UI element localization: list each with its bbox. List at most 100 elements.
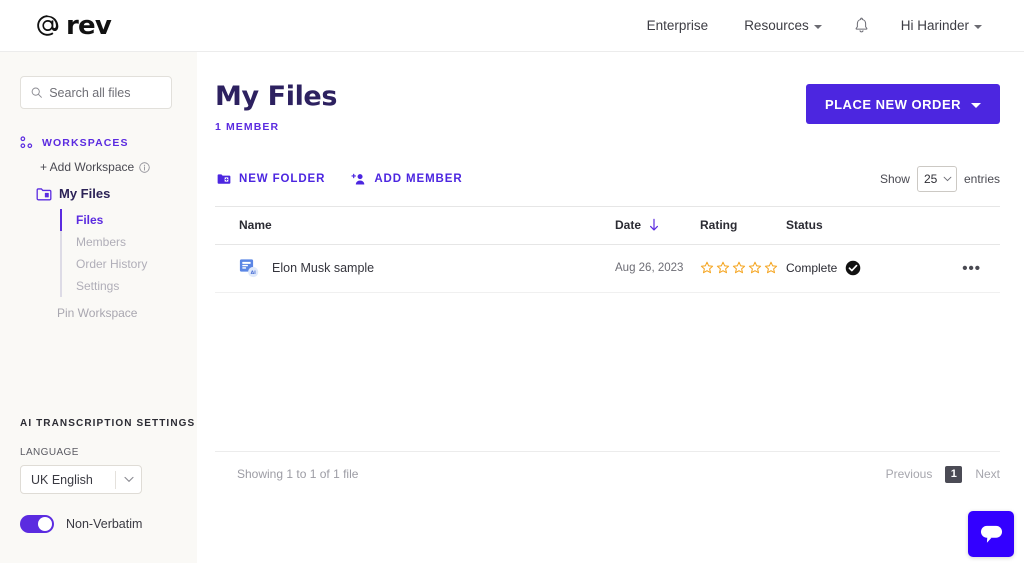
sidebar-item-my-files[interactable]: My Files bbox=[36, 186, 197, 201]
cell-actions: ••• bbox=[906, 261, 1000, 276]
top-navigation: Enterprise Resources Hi Harinder bbox=[629, 11, 1000, 40]
notifications-button[interactable] bbox=[840, 11, 883, 40]
star-icon[interactable] bbox=[764, 261, 778, 275]
rev-wordmark: rev bbox=[66, 10, 112, 41]
member-count-badge: 1 MEMBER bbox=[215, 120, 280, 133]
chevron-down-icon bbox=[813, 24, 822, 29]
add-workspace-link[interactable]: + Add Workspace bbox=[40, 160, 197, 174]
kebab-menu-icon[interactable]: ••• bbox=[962, 261, 981, 276]
page-title-block: My Files 1 MEMBER bbox=[215, 82, 337, 133]
chat-bubble-icon bbox=[980, 525, 1002, 543]
file-name: Elon Musk sample bbox=[272, 261, 375, 276]
sidebar-label-members: Members bbox=[76, 235, 127, 249]
show-entries-suffix: entries bbox=[963, 171, 1000, 186]
table-row[interactable]: AI Elon Musk sample Aug 26, 2023 Complet… bbox=[215, 245, 1000, 293]
my-files-label: My Files bbox=[59, 186, 111, 201]
cell-name: AI Elon Musk sample bbox=[215, 258, 615, 278]
status-badge: Complete bbox=[786, 261, 838, 276]
search-container bbox=[20, 76, 181, 109]
rating-stars[interactable] bbox=[700, 261, 778, 275]
workspaces-section-header[interactable]: WORKSPACES bbox=[20, 136, 197, 149]
add-member-icon bbox=[351, 173, 365, 185]
folder-icon bbox=[36, 187, 52, 200]
search-input[interactable] bbox=[49, 85, 163, 100]
top-header-bar: rev Enterprise Resources Hi Harinder bbox=[0, 0, 1024, 52]
search-icon bbox=[31, 87, 42, 98]
column-label-date: Date bbox=[615, 218, 642, 233]
ai-transcription-settings: AI TRANSCRIPTION SETTINGS LANGUAGE UK En… bbox=[0, 418, 197, 563]
nav-label-enterprise: Enterprise bbox=[646, 18, 709, 33]
new-folder-icon bbox=[217, 174, 231, 184]
add-workspace-label: + Add Workspace bbox=[40, 160, 135, 174]
star-icon[interactable] bbox=[732, 261, 746, 275]
column-header-rating[interactable]: Rating bbox=[700, 218, 786, 232]
app-root: rev Enterprise Resources Hi Harinder Sea… bbox=[0, 0, 1024, 563]
non-verbatim-row: Non-Verbatim bbox=[20, 515, 197, 533]
cell-rating bbox=[700, 261, 786, 275]
sidebar-item-settings[interactable]: Settings bbox=[62, 275, 197, 297]
new-folder-label: NEW FOLDER bbox=[239, 172, 326, 185]
ai-settings-title: AI TRANSCRIPTION SETTINGS bbox=[20, 418, 196, 429]
chevron-down-icon bbox=[116, 476, 141, 483]
add-member-button[interactable]: ADD MEMBER bbox=[351, 173, 462, 185]
column-header-status[interactable]: Status bbox=[786, 218, 906, 232]
sidebar: WORKSPACES + Add Workspace My Files bbox=[0, 52, 197, 563]
sidebar-label-order-history: Order History bbox=[76, 257, 148, 271]
toggle-knob bbox=[38, 517, 52, 531]
column-header-name[interactable]: Name bbox=[215, 218, 615, 232]
account-label: Hi Harinder bbox=[900, 18, 969, 33]
pin-workspace-link[interactable]: Pin Workspace bbox=[57, 306, 197, 320]
ai-transcript-file-icon: AI bbox=[239, 259, 259, 278]
new-folder-button[interactable]: NEW FOLDER bbox=[217, 173, 325, 185]
sidebar-item-files[interactable]: Files bbox=[60, 209, 197, 231]
notification-bell-icon bbox=[855, 17, 868, 33]
pagination-page-1[interactable]: 1 bbox=[945, 465, 963, 483]
files-table: Name Date Rating Status AI Elon Musk sam… bbox=[215, 205, 1000, 483]
nav-label-resources: Resources bbox=[744, 18, 809, 33]
file-date: Aug 26, 2023 bbox=[615, 262, 684, 275]
arrow-down-icon bbox=[650, 218, 659, 231]
actions-toolbar: NEW FOLDER ADD MEMBER Show 25 entries bbox=[215, 165, 1000, 192]
show-entries-prefix: Show bbox=[879, 171, 910, 186]
place-new-order-button[interactable]: PLACE NEW ORDER bbox=[805, 84, 1000, 124]
cell-date: Aug 26, 2023 bbox=[615, 262, 700, 274]
star-icon[interactable] bbox=[716, 261, 730, 275]
page-title: My Files bbox=[215, 81, 338, 112]
chevron-down-icon bbox=[971, 102, 981, 108]
workspaces-label: WORKSPACES bbox=[42, 136, 129, 149]
sidebar-item-members[interactable]: Members bbox=[62, 231, 197, 253]
rev-logo[interactable]: rev bbox=[36, 10, 112, 41]
workspaces-dots-icon bbox=[20, 136, 33, 149]
body-container: WORKSPACES + Add Workspace My Files bbox=[0, 52, 1024, 563]
workspace-subnav: Files Members Order History Settings bbox=[60, 209, 197, 297]
chevron-down-icon bbox=[974, 24, 982, 29]
chat-widget-button[interactable] bbox=[968, 511, 1014, 557]
main-content: My Files 1 MEMBER PLACE NEW ORDER NEW FO… bbox=[197, 52, 1024, 563]
language-label: LANGUAGE bbox=[20, 447, 79, 458]
cell-status: Complete bbox=[786, 260, 906, 276]
star-icon[interactable] bbox=[748, 261, 762, 275]
sidebar-label-files: Files bbox=[76, 213, 104, 227]
search-box[interactable] bbox=[20, 76, 172, 109]
account-menu[interactable]: Hi Harinder bbox=[883, 12, 1000, 39]
language-value: UK English bbox=[31, 472, 93, 487]
pagination-previous[interactable]: Previous bbox=[886, 467, 933, 481]
language-select[interactable]: UK English bbox=[20, 465, 142, 494]
check-circle-icon bbox=[846, 260, 861, 276]
info-circle-icon bbox=[139, 161, 150, 173]
pagination-next[interactable]: Next bbox=[975, 467, 1000, 481]
place-new-order-label: PLACE NEW ORDER bbox=[824, 96, 961, 112]
entries-per-page-select[interactable]: 25 bbox=[916, 165, 957, 192]
sidebar-label-settings: Settings bbox=[76, 279, 120, 293]
column-header-date[interactable]: Date bbox=[615, 218, 700, 232]
pagination: Previous 1 Next bbox=[886, 465, 1000, 483]
show-entries-control: Show 25 entries bbox=[879, 165, 1000, 192]
chevron-down-icon bbox=[943, 176, 952, 181]
sidebar-item-order-history[interactable]: Order History bbox=[62, 253, 197, 275]
add-member-label: ADD MEMBER bbox=[374, 172, 463, 185]
rev-at-logo-icon bbox=[37, 15, 59, 36]
star-icon[interactable] bbox=[700, 261, 714, 275]
nav-item-enterprise[interactable]: Enterprise bbox=[629, 12, 727, 39]
non-verbatim-toggle[interactable] bbox=[20, 515, 54, 533]
nav-item-resources[interactable]: Resources bbox=[726, 12, 840, 39]
